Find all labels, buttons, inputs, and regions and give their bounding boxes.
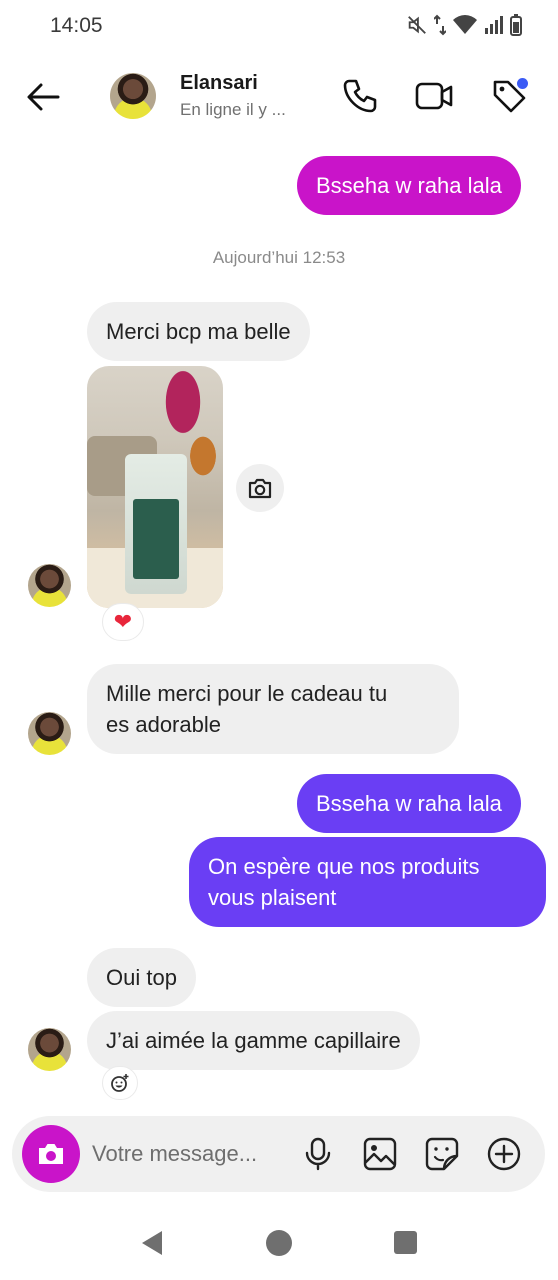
- plus-icon[interactable]: [486, 1136, 522, 1172]
- incoming-message[interactable]: Mille merci pour le cadeau tu es adorabl…: [87, 664, 459, 754]
- gallery-icon[interactable]: [362, 1136, 398, 1172]
- status-bar: 14:05: [0, 0, 558, 56]
- microphone-icon[interactable]: [300, 1136, 336, 1172]
- system-navigation-bar: [0, 1200, 558, 1280]
- message-composer: [12, 1116, 545, 1192]
- heart-reaction[interactable]: ❤: [102, 603, 144, 641]
- status-icons: [406, 14, 522, 36]
- contact-avatar[interactable]: [110, 73, 156, 119]
- status-time: 14:05: [50, 14, 103, 37]
- date-separator: Aujourd’hui 12:53: [212, 248, 346, 267]
- sender-avatar[interactable]: [28, 1028, 71, 1071]
- contact-status: En ligne il y ...: [180, 100, 286, 119]
- tag-button[interactable]: [489, 76, 529, 116]
- nav-back-icon[interactable]: [140, 1230, 164, 1256]
- outgoing-message[interactable]: Bsseha w raha lala: [297, 774, 521, 833]
- camera-button[interactable]: [22, 1125, 80, 1183]
- notification-dot: [517, 78, 528, 89]
- outgoing-message[interactable]: On espère que nos produits vous plaisent: [189, 837, 546, 927]
- sticker-icon[interactable]: [424, 1136, 460, 1172]
- add-reaction-button[interactable]: [102, 1066, 138, 1100]
- shared-photo[interactable]: [87, 366, 223, 608]
- emoji-add-icon: [111, 1074, 129, 1092]
- photo-camera-button[interactable]: [236, 464, 284, 512]
- conversation-header: Elansari En ligne il y ...: [0, 56, 558, 140]
- incoming-message[interactable]: J’ai aimée la gamme capillaire: [87, 1011, 420, 1070]
- incoming-message[interactable]: Merci bcp ma belle: [87, 302, 310, 361]
- mute-icon: [408, 16, 426, 34]
- battery-icon: [510, 14, 522, 36]
- heart-icon: ❤: [113, 609, 133, 634]
- nav-recents-icon[interactable]: [394, 1231, 417, 1254]
- back-arrow-icon[interactable]: [22, 76, 64, 118]
- message-input[interactable]: [92, 1138, 292, 1170]
- sender-avatar[interactable]: [28, 712, 71, 755]
- outgoing-message[interactable]: Bsseha w raha lala: [297, 156, 521, 215]
- incoming-message[interactable]: Oui top: [87, 948, 196, 1007]
- data-arrows-icon: [434, 14, 446, 36]
- wifi-icon: [453, 15, 477, 34]
- video-camera-icon[interactable]: [414, 76, 454, 116]
- sender-avatar[interactable]: [28, 564, 71, 607]
- camera-icon: [248, 478, 272, 499]
- signal-icon: [485, 16, 503, 34]
- phone-icon[interactable]: [340, 76, 380, 116]
- nav-home-icon[interactable]: [266, 1230, 292, 1256]
- contact-name[interactable]: Elansari: [180, 72, 258, 95]
- camera-icon: [39, 1144, 63, 1164]
